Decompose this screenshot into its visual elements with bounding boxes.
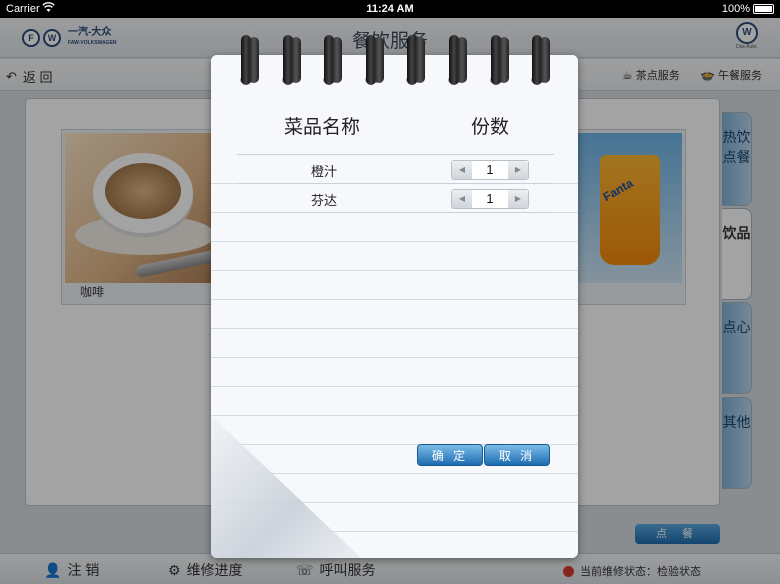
spiral-ring <box>532 35 550 85</box>
quantity-stepper: ◀ 1 ▶ <box>451 160 529 180</box>
increment-arrow-icon[interactable]: ▶ <box>508 190 528 208</box>
quantity-stepper: ◀ 1 ▶ <box>451 189 529 209</box>
order-row-name: 橙汁 <box>311 164 338 179</box>
decrement-arrow-icon[interactable]: ◀ <box>452 190 472 208</box>
divider <box>237 154 554 155</box>
divider <box>237 212 554 213</box>
quantity-value[interactable]: 1 <box>472 161 508 179</box>
clock: 11:24 AM <box>366 3 414 15</box>
order-notepad-dialog: 菜品名称 份数 橙汁 ◀ 1 ▶ 芬达 ◀ 1 ▶ 确 定 取 消 <box>211 35 578 558</box>
status-bar: Carrier 11:24 AM 100% <box>0 0 780 18</box>
spiral-ring <box>241 35 259 85</box>
spiral-ring <box>491 35 509 85</box>
column-header-dish: 菜品名称 <box>284 117 361 138</box>
decrement-arrow-icon[interactable]: ◀ <box>452 161 472 179</box>
spiral-ring <box>283 35 301 85</box>
spiral-ring <box>324 35 342 85</box>
spiral-ring <box>366 35 384 85</box>
quantity-value[interactable]: 1 <box>472 190 508 208</box>
confirm-button[interactable]: 确 定 <box>417 444 483 466</box>
increment-arrow-icon[interactable]: ▶ <box>508 161 528 179</box>
cancel-button[interactable]: 取 消 <box>484 444 550 466</box>
spiral-ring <box>407 35 425 85</box>
divider <box>237 183 554 184</box>
battery-percent: 100% <box>721 3 750 15</box>
column-header-quantity: 份数 <box>471 117 510 138</box>
battery-icon <box>753 4 774 14</box>
spiral-ring <box>449 35 467 85</box>
order-row-name: 芬达 <box>311 193 338 208</box>
